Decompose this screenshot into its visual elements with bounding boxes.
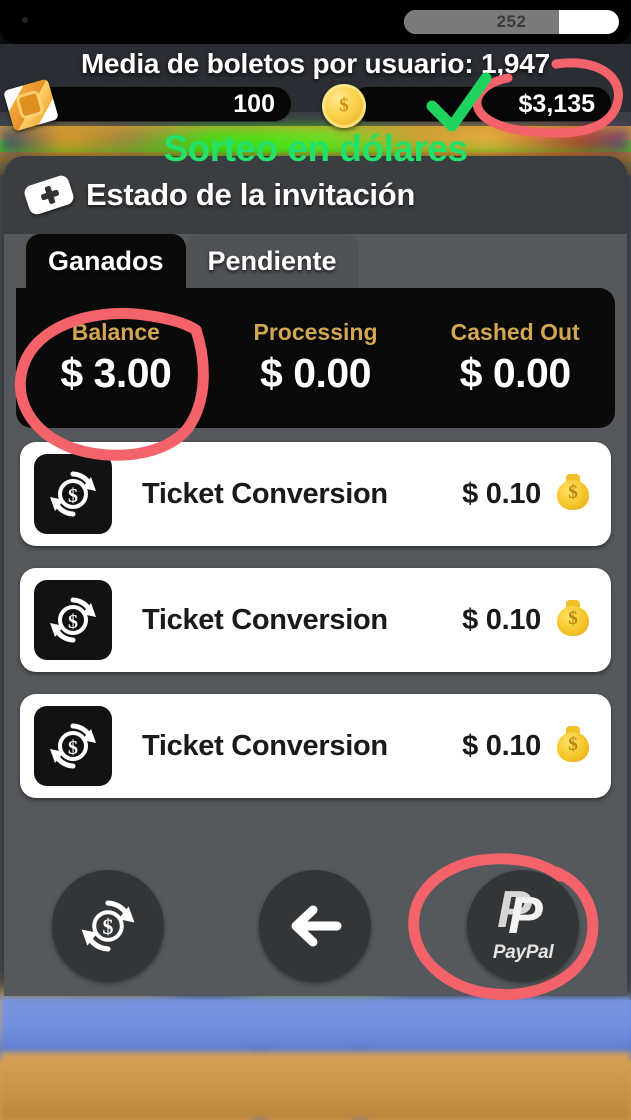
currency-bar: 100 $3,135	[0, 86, 631, 126]
money-bag-icon: $	[553, 726, 593, 766]
background-shelf	[0, 996, 631, 1060]
conversion-icon: $	[34, 454, 112, 534]
tab-bar: Ganados Pendiente	[4, 234, 627, 288]
convert-button[interactable]: $	[51, 869, 164, 982]
svg-text:$: $	[68, 611, 78, 633]
stat-balance-value: $ 3.00	[60, 350, 172, 396]
svg-text:$: $	[68, 485, 78, 507]
camera-dot-icon	[22, 17, 28, 23]
page-title: Media de boletos por usuario: 1,947	[80, 48, 551, 79]
panel-title: Estado de la invitación	[86, 177, 416, 212]
stat-balance: Balance $ 3.00	[16, 319, 216, 397]
svg-text:$: $	[102, 915, 113, 939]
background-floor	[0, 1052, 631, 1120]
transaction-amount: $ 0.10	[462, 729, 541, 762]
transaction-amount: $ 0.10	[462, 477, 541, 510]
conversion-icon: $	[34, 706, 112, 786]
transaction-list: $ Ticket Conversion $ 0.10 $ $ Ticket Co…	[20, 442, 611, 798]
money-bag-icon: $	[553, 474, 593, 514]
coins-value: $3,135	[518, 89, 595, 118]
transaction-amount: $ 0.10	[462, 603, 541, 636]
stat-balance-label: Balance	[71, 319, 160, 345]
balance-summary-board: Balance $ 3.00 Processing $ 0.00 Cashed …	[16, 288, 615, 428]
paypal-icon: PP	[497, 880, 543, 945]
stat-cashed-out-label: Cashed Out	[450, 319, 580, 345]
table-row[interactable]: $ Ticket Conversion $ 0.10 $	[20, 442, 611, 546]
stat-cashed-out: Cashed Out $ 0.00	[415, 319, 615, 397]
ticket-plus-icon	[22, 173, 76, 217]
transaction-title: Ticket Conversion	[142, 477, 388, 510]
tickets-counter[interactable]: 100	[26, 86, 292, 122]
table-row[interactable]: $ Ticket Conversion $ 0.10 $	[20, 568, 611, 672]
conversion-icon: $	[81, 899, 135, 952]
level-progress-value: 252	[496, 12, 527, 31]
status-bar: 252	[0, 0, 631, 44]
transaction-title: Ticket Conversion	[142, 603, 388, 636]
tab-ganados[interactable]: Ganados	[26, 234, 186, 288]
stat-processing: Processing $ 0.00	[216, 319, 416, 397]
paypal-button[interactable]: PP PayPal	[467, 869, 580, 982]
arrow-left-icon	[291, 905, 342, 946]
money-bag-icon: $	[553, 600, 593, 640]
gold-coin-icon: $	[322, 84, 366, 128]
stat-cashed-out-value: $ 0.00	[459, 350, 571, 396]
level-progress-bar: 252	[404, 10, 619, 34]
bottom-nav-bar: $ PP PayPal	[4, 855, 627, 996]
coins-counter[interactable]: $3,135	[350, 86, 612, 122]
app-screen: 252 Media de boletos por usuario: 1,947 …	[0, 0, 631, 1120]
tab-pendiente-label: Pendiente	[207, 245, 337, 276]
tab-ganados-label: Ganados	[48, 245, 164, 276]
paypal-label: PayPal	[492, 941, 554, 963]
tickets-value: 100	[233, 89, 275, 118]
tab-pendiente[interactable]: Pendiente	[185, 234, 359, 288]
svg-text:$: $	[68, 737, 78, 759]
stat-processing-value: $ 0.00	[260, 350, 371, 396]
table-row[interactable]: $ Ticket Conversion $ 0.10 $	[20, 694, 611, 798]
back-button[interactable]	[259, 869, 372, 982]
annotation-green-text: Sorteo en dólares	[163, 128, 468, 169]
stat-processing-label: Processing	[253, 319, 378, 345]
conversion-icon: $	[34, 580, 112, 660]
transaction-title: Ticket Conversion	[142, 729, 388, 762]
